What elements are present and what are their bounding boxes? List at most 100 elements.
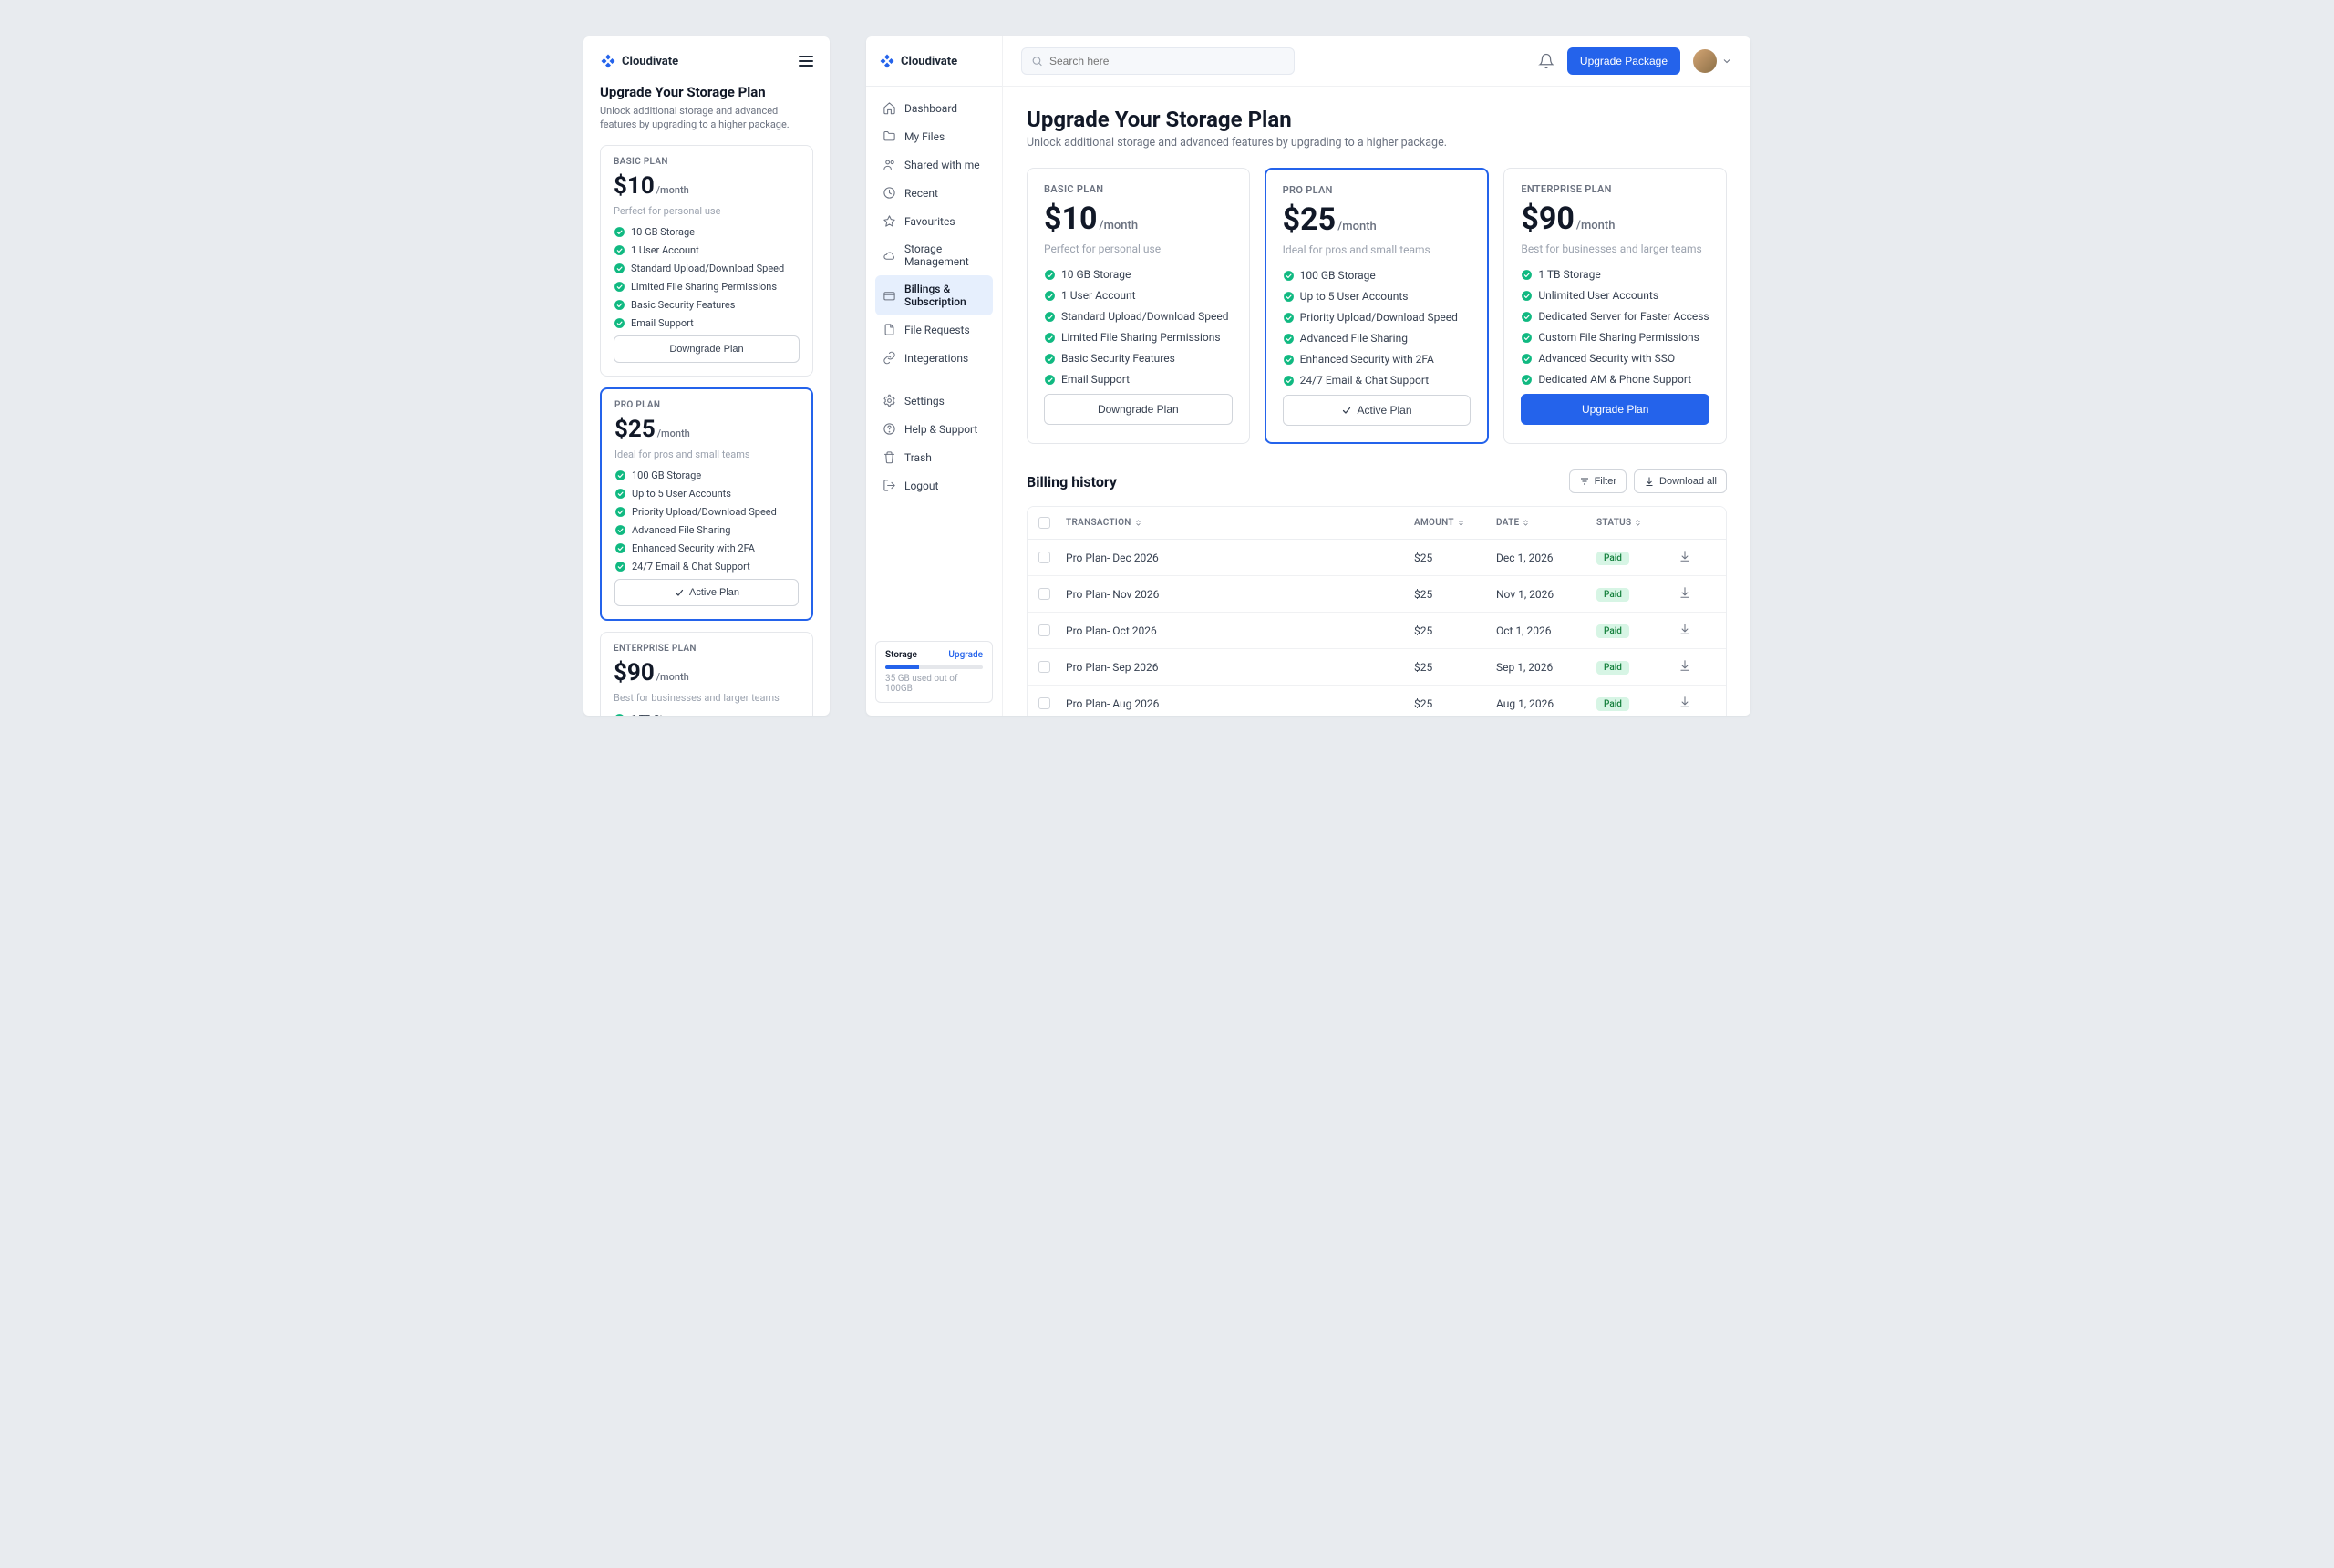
plan-cta-pro[interactable]: Active Plan [1283,395,1472,426]
sidebar-item-dashboard[interactable]: Dashboard [875,94,993,122]
page-title: Upgrade Your Storage Plan [1027,107,1727,132]
download-all-button[interactable]: Download all [1634,469,1727,493]
check-circle-icon [614,281,625,293]
plan-feature: Advanced Security with SSO [1521,352,1709,365]
plan-cta-pro[interactable]: Active Plan [614,579,799,606]
download-icon[interactable] [1678,659,1691,672]
sort-icon[interactable] [1522,519,1530,527]
brand: Cloudivate [875,53,993,69]
clock-icon [883,186,896,200]
storage-progress-bar [885,665,983,669]
plan-name: ENTERPRISE PLAN [1521,183,1709,195]
download-icon[interactable] [1678,696,1691,708]
storage-upgrade-link[interactable]: Upgrade [948,650,983,660]
cloud-icon [883,249,896,263]
table-row: Pro Plan- Nov 2026 $25 Nov 1, 2026 Paid [1028,575,1726,612]
status-badge: Paid [1596,697,1629,711]
notifications-icon[interactable] [1538,53,1554,69]
row-checkbox[interactable] [1038,552,1050,563]
sort-icon[interactable] [1634,519,1642,527]
check-circle-icon [1283,375,1295,387]
check-circle-icon [1283,270,1295,282]
sidebar-item-billings-subscription[interactable]: Billings & Subscription [875,275,993,315]
brand-logo-icon [879,53,895,69]
sidebar-item-my-files[interactable]: My Files [875,122,993,150]
row-checkbox[interactable] [1038,588,1050,600]
row-checkbox[interactable] [1038,661,1050,673]
select-all-checkbox[interactable] [1038,517,1050,529]
sidebar-item-help-support[interactable]: Help & Support [875,415,993,443]
plan-feature: Dedicated Server for Faster Access [1521,310,1709,323]
check-circle-icon [614,244,625,256]
check-circle-icon [1044,290,1056,302]
plan-cta-enterprise[interactable]: Upgrade Plan [1521,394,1709,425]
check-circle-icon [614,469,626,481]
search-field[interactable] [1021,47,1295,75]
filter-button[interactable]: Filter [1569,469,1627,493]
check-circle-icon [1521,332,1533,344]
sidebar-item-recent[interactable]: Recent [875,179,993,207]
sidebar-item-label: Shared with me [904,159,980,171]
sort-icon[interactable] [1457,519,1465,527]
status-badge: Paid [1596,588,1629,602]
brand: Cloudivate [600,53,678,69]
plan-description: Best for businesses and larger teams [1521,242,1709,255]
search-icon [1031,55,1043,67]
check-circle-icon [1521,311,1533,323]
download-icon[interactable] [1678,586,1691,599]
sidebar-item-shared-with-me[interactable]: Shared with me [875,150,993,179]
users-icon [883,158,896,171]
logout-icon [883,479,896,492]
plan-feature: 10 GB Storage [1044,268,1233,281]
user-menu[interactable] [1693,49,1732,73]
plan-card-pro: PRO PLAN $25/month Ideal for pros and sm… [600,387,813,621]
check-circle-icon [1044,269,1056,281]
check-circle-icon [614,488,626,500]
avatar [1693,49,1717,73]
check-circle-icon [1283,312,1295,324]
sidebar-item-trash[interactable]: Trash [875,443,993,471]
row-checkbox[interactable] [1038,624,1050,636]
sidebar-item-favourites[interactable]: Favourites [875,207,993,235]
sidebar-item-label: File Requests [904,324,970,336]
file-icon [883,323,896,336]
check-circle-icon [1044,332,1056,344]
sidebar-item-settings[interactable]: Settings [875,387,993,415]
plan-feature: 24/7 Email & Chat Support [614,561,799,573]
sidebar-item-storage-management[interactable]: Storage Management [875,235,993,275]
sidebar-item-label: My Files [904,130,945,143]
download-icon[interactable] [1678,550,1691,562]
sort-icon[interactable] [1134,519,1142,527]
row-checkbox[interactable] [1038,697,1050,709]
menu-button[interactable] [799,56,813,67]
plan-feature: Standard Upload/Download Speed [1044,310,1233,323]
sidebar-item-file-requests[interactable]: File Requests [875,315,993,344]
check-circle-icon [1044,374,1056,386]
upgrade-package-button[interactable]: Upgrade Package [1567,47,1680,75]
download-icon[interactable] [1678,623,1691,635]
plan-cta-basic[interactable]: Downgrade Plan [1044,394,1233,425]
plan-feature: Unlimited User Accounts [1521,289,1709,302]
plan-price: $90 [614,659,655,686]
sidebar-item-integerations[interactable]: Integerations [875,344,993,372]
table-row: Pro Plan- Sep 2026 $25 Sep 1, 2026 Paid [1028,648,1726,685]
storage-used-text: 35 GB used out of 100GB [885,674,983,694]
plan-feature: 1 TB Storage [1521,268,1709,281]
check-circle-icon [1044,353,1056,365]
table-row: Pro Plan- Dec 2026 $25 Dec 1, 2026 Paid [1028,540,1726,575]
plan-feature: Enhanced Security with 2FA [614,542,799,554]
plan-cta-basic[interactable]: Downgrade Plan [614,335,800,363]
check-circle-icon [614,299,625,311]
status-badge: Paid [1596,624,1629,638]
search-input[interactable] [1049,55,1285,67]
page-subtitle: Unlock additional storage and advanced f… [600,104,813,132]
status-badge: Paid [1596,552,1629,565]
sidebar-item-label: Logout [904,480,938,492]
plan-feature: Basic Security Features [1044,352,1233,365]
table-header: TRANSACTION AMOUNT DATE STATUS [1028,507,1726,540]
plan-card-basic: BASIC PLAN $10/month Perfect for persona… [1027,168,1250,444]
plan-feature: Enhanced Security with 2FA [1283,353,1472,366]
sidebar-item-logout[interactable]: Logout [875,471,993,500]
cell-amount: $25 [1414,697,1496,710]
plan-period: /month [656,671,689,683]
